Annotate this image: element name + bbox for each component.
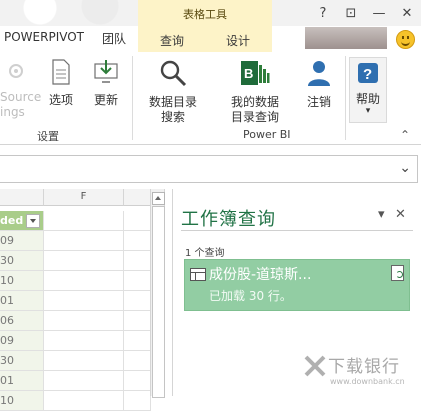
- table-cell[interactable]: 09: [0, 331, 44, 351]
- column-header-e[interactable]: [0, 189, 44, 206]
- table-cell[interactable]: 09: [0, 231, 44, 251]
- tab-query[interactable]: 查询: [160, 32, 184, 49]
- cell[interactable]: [124, 251, 151, 271]
- tab-powerpivot[interactable]: POWERPIVOT: [4, 30, 84, 44]
- watermark-brand: 下载银行: [328, 357, 400, 377]
- table-cell[interactable]: 30: [0, 351, 44, 371]
- magnifier-search-icon: [160, 60, 187, 87]
- update-label: 更新: [93, 93, 118, 107]
- column-header-f[interactable]: F: [44, 189, 124, 206]
- ribbon-display-button[interactable]: ⊡: [337, 0, 365, 26]
- options-button[interactable]: 选项: [44, 59, 78, 108]
- close-window-button[interactable]: ✕: [393, 0, 421, 26]
- help-button[interactable]: ? 帮助 ▾: [349, 57, 387, 123]
- my-catalog-label-2: 目录查询: [230, 110, 279, 124]
- account-area[interactable]: [305, 27, 387, 49]
- help-title-button[interactable]: ?: [309, 0, 337, 26]
- pane-options-dropdown-icon[interactable]: ▾: [378, 207, 385, 222]
- user-person-icon: [308, 61, 330, 86]
- watermark-logo-icon: [304, 355, 326, 377]
- refresh-query-icon[interactable]: [391, 265, 404, 281]
- table-header-label: ded: [0, 214, 24, 227]
- cell[interactable]: [44, 391, 124, 411]
- scroll-thumb[interactable]: [152, 206, 165, 398]
- search-catalog-label-2: 搜索: [160, 110, 185, 124]
- table-cell[interactable]: 01: [0, 371, 44, 391]
- cell[interactable]: [44, 331, 124, 351]
- powerbi-group-label: Power BI: [243, 128, 291, 141]
- scroll-up-arrow-icon[interactable]: [152, 192, 165, 205]
- update-button[interactable]: 更新: [88, 59, 124, 108]
- column-header-g[interactable]: [124, 189, 151, 206]
- cell[interactable]: [124, 211, 151, 231]
- table-header-cell[interactable]: ded: [0, 211, 44, 231]
- cell[interactable]: [124, 371, 151, 391]
- table-cell[interactable]: 10: [0, 271, 44, 291]
- watermark-url: www.downbank.cn: [330, 377, 405, 386]
- feedback-smiley-icon[interactable]: [396, 30, 415, 49]
- excel-powerbi-icon: B: [241, 61, 270, 85]
- query-item[interactable]: 成份股-道琼斯... 已加载 30 行。: [184, 259, 410, 311]
- options-label: 选项: [48, 93, 73, 107]
- svg-text:B: B: [244, 66, 253, 81]
- collapse-ribbon-button[interactable]: ⌃: [400, 128, 410, 142]
- help-label: 帮助: [355, 92, 380, 106]
- my-data-catalog-queries-button[interactable]: B 我的数据 目录查询: [226, 59, 284, 125]
- help-question-icon: ?: [358, 63, 378, 83]
- vertical-scrollbar[interactable]: [150, 189, 165, 398]
- svg-text:?: ?: [363, 66, 372, 83]
- query-status: 已加载 30 行。: [209, 289, 292, 303]
- filter-dropdown-icon[interactable]: [26, 214, 40, 228]
- cell[interactable]: [124, 271, 151, 291]
- cell[interactable]: [44, 351, 124, 371]
- title-background-art: [0, 0, 138, 26]
- expand-formula-bar-chevron-icon[interactable]: ⌄: [399, 160, 411, 176]
- data-source-label-1: Source: [0, 90, 42, 104]
- pane-title: 工作簿查询: [181, 209, 276, 230]
- table-icon: [190, 268, 206, 281]
- pane-close-icon[interactable]: ✕: [395, 207, 406, 222]
- my-catalog-label-1: 我的数据: [230, 95, 279, 109]
- query-name: 成份股-道琼斯...: [209, 267, 312, 283]
- help-dropdown-arrow: ▾: [365, 106, 371, 116]
- formula-bar[interactable]: ⌄: [0, 155, 418, 183]
- search-catalog-label-1: 数据目录: [148, 95, 197, 109]
- minimize-button[interactable]: —: [365, 0, 393, 26]
- watermark: 下载银行 www.downbank.cn: [304, 351, 421, 396]
- window-controls: ? ⊡ — ✕: [309, 0, 421, 26]
- cell[interactable]: [44, 371, 124, 391]
- table-cell[interactable]: 06: [0, 311, 44, 331]
- cell[interactable]: [124, 231, 151, 251]
- cell[interactable]: [124, 331, 151, 351]
- tab-team[interactable]: 团队: [102, 30, 126, 47]
- cell[interactable]: [44, 251, 124, 271]
- search-data-catalog-button[interactable]: 数据目录 搜索: [146, 59, 200, 125]
- worksheet-grid[interactable]: F ded 09 30 10 01 06 09 30 01 10: [0, 189, 151, 411]
- ribbon-separator: [132, 56, 133, 140]
- data-source-settings-button[interactable]: Source ings: [0, 60, 42, 120]
- download-update-icon: [94, 60, 118, 83]
- data-source-icon: [9, 64, 23, 78]
- table-cell[interactable]: 01: [0, 291, 44, 311]
- options-document-icon: [52, 59, 70, 85]
- cell[interactable]: [44, 231, 124, 251]
- context-group-title: 表格工具: [183, 8, 227, 21]
- ribbon-separator: [345, 56, 346, 140]
- table-cell[interactable]: 10: [0, 391, 44, 411]
- cell[interactable]: [124, 291, 151, 311]
- cell[interactable]: [44, 291, 124, 311]
- cell[interactable]: [124, 351, 151, 371]
- sign-out-button[interactable]: 注销: [302, 59, 336, 110]
- sign-out-label: 注销: [306, 95, 331, 109]
- tab-design[interactable]: 设计: [226, 32, 250, 49]
- cell[interactable]: [44, 271, 124, 291]
- settings-group-label: 设置: [37, 130, 59, 143]
- cell[interactable]: [124, 311, 151, 331]
- query-count: 1 个查询: [185, 248, 225, 259]
- cell[interactable]: [44, 211, 124, 231]
- data-source-label-2: ings: [0, 105, 25, 119]
- table-cell[interactable]: 30: [0, 251, 44, 271]
- cell[interactable]: [124, 391, 151, 411]
- cell[interactable]: [44, 311, 124, 331]
